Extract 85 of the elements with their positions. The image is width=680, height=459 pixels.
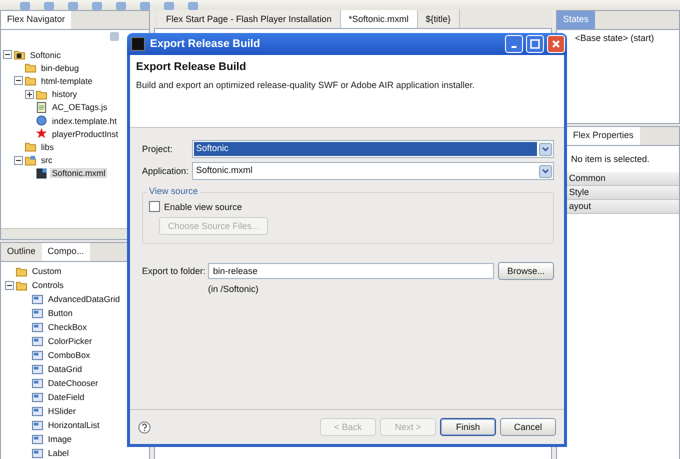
component-icon — [32, 392, 43, 402]
tree-item[interactable]: Softonic — [28, 50, 63, 60]
tree-toggle[interactable] — [25, 90, 34, 99]
component-icon — [32, 420, 43, 430]
tree-item[interactable]: Custom — [30, 266, 64, 276]
minimize-icon — [511, 46, 517, 48]
component-icon — [32, 378, 43, 388]
field-label: Application: — [142, 166, 190, 176]
folder-icon — [25, 141, 36, 152]
source-folder-icon — [25, 154, 36, 166]
component-icon — [32, 364, 43, 374]
component-icon — [32, 434, 43, 444]
project-folder-icon — [14, 49, 25, 60]
group-title: View source — [147, 186, 200, 196]
tree-item[interactable]: Softonic.mxml — [50, 168, 108, 178]
component-icon — [32, 336, 43, 346]
panel-tab[interactable]: Flex Properties — [567, 127, 640, 145]
tree-toggle[interactable] — [14, 76, 23, 86]
tree-item[interactable]: Image — [46, 434, 74, 444]
field-label: Export to folder: — [142, 266, 207, 276]
folder-icon — [16, 280, 27, 290]
tree-item[interactable]: html-template — [39, 76, 94, 86]
dropdown[interactable]: Softonic.mxml — [192, 162, 554, 180]
dialog-heading: Export Release Build — [136, 61, 248, 73]
panel-tab[interactable]: Outline — [1, 243, 42, 261]
component-icon — [32, 406, 43, 416]
tree-item[interactable]: index.template.ht — [50, 116, 119, 126]
editor-tab[interactable]: ${title} — [418, 10, 460, 28]
folder-icon — [16, 266, 27, 276]
star-icon — [36, 128, 47, 140]
component-icon — [32, 448, 43, 458]
tree-item[interactable]: DateChooser — [46, 378, 100, 388]
maximize-button[interactable] — [526, 35, 544, 53]
status-message: No item is selected. — [570, 153, 651, 166]
tree-item[interactable]: libs — [39, 142, 56, 152]
tree-item[interactable]: AC_OETags.js — [50, 102, 110, 112]
dialog-button[interactable]: Cancel — [500, 418, 556, 436]
close-icon — [551, 39, 561, 49]
tree-item[interactable]: HSlider — [46, 406, 78, 416]
help-icon[interactable] — [138, 420, 151, 434]
tree-item[interactable]: CheckBox — [46, 322, 89, 332]
close-button[interactable] — [547, 35, 565, 53]
tree-item[interactable]: playerProductInst — [50, 128, 120, 139]
tree-item[interactable]: bin-debug — [39, 62, 81, 73]
tree-item[interactable]: ColorPicker — [46, 336, 94, 346]
tree-item[interactable]: DataGrid — [46, 364, 84, 374]
panel-tab[interactable]: Flex Navigator — [1, 11, 72, 29]
tree-toggle[interactable] — [3, 50, 12, 60]
editor-tab[interactable]: *Softonic.mxml — [340, 10, 418, 28]
panel-tab[interactable]: Compo... — [42, 243, 90, 261]
tree-item[interactable]: HorizontalList — [46, 420, 102, 430]
checkbox-label: Enable view source — [164, 202, 242, 212]
maximize-icon — [530, 39, 540, 49]
tree-toggle[interactable] — [14, 156, 23, 165]
tree-item[interactable]: DateField — [46, 392, 86, 402]
browse-button[interactable]: Browse... — [498, 262, 554, 280]
tree-toggle[interactable] — [5, 280, 14, 290]
tree-item[interactable]: src — [39, 155, 54, 166]
component-icon — [32, 322, 43, 332]
file-icon — [36, 168, 47, 179]
folder-note: (in /Softonic) — [208, 284, 260, 294]
script-file-icon — [36, 102, 47, 113]
checkbox[interactable] — [149, 201, 160, 212]
minimize-button[interactable] — [505, 35, 523, 53]
app-icon — [131, 37, 145, 51]
globe-icon — [36, 115, 47, 126]
component-icon — [32, 294, 43, 304]
window-title: Export Release Build — [149, 38, 262, 50]
tree-item[interactable]: AdvancedDataGrid — [46, 294, 122, 304]
component-icon — [32, 308, 43, 318]
tree-item[interactable]: ComboBox — [46, 350, 92, 360]
tree-item[interactable]: Button — [46, 308, 75, 318]
folder-icon — [25, 75, 36, 86]
dialog-description: Build and export an optimized release-quality SWF or Adobe AIR application installer. — [136, 80, 476, 90]
dialog-button[interactable]: Finish — [440, 418, 496, 436]
tree-item[interactable]: history — [50, 89, 80, 100]
dropdown[interactable]: Softonic — [192, 140, 554, 158]
component-icon — [32, 350, 43, 360]
folder-icon — [36, 88, 47, 100]
folder-icon — [25, 62, 36, 74]
tree-item[interactable]: Label — [46, 448, 71, 458]
tree-item[interactable]: Controls — [30, 280, 66, 290]
field-label: Project: — [142, 144, 174, 154]
folder-input[interactable]: bin-release — [208, 263, 494, 279]
editor-tab[interactable]: Flex Start Page - Flash Player Installation — [158, 10, 341, 28]
